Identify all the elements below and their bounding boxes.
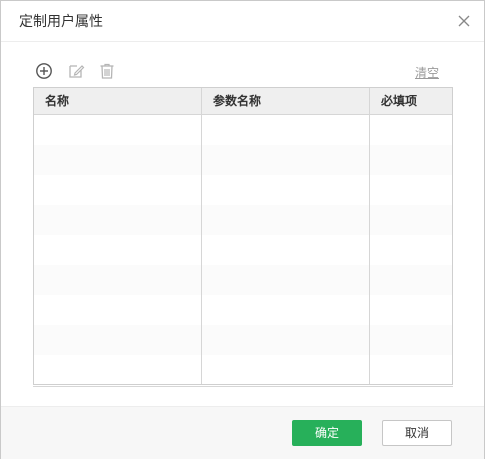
dialog-titlebar: 定制用户属性 — [1, 1, 484, 42]
clear-link[interactable]: 清空 — [415, 65, 439, 81]
attributes-table: 名称 参数名称 必填项 — [33, 87, 453, 385]
table-row — [34, 145, 452, 175]
column-divider — [201, 88, 202, 384]
column-header-name[interactable]: 名称 — [45, 94, 69, 108]
table-row — [34, 355, 452, 384]
table-row — [34, 175, 452, 205]
dialog-footer: 确定 取消 — [1, 406, 484, 459]
column-header-required[interactable]: 必填项 — [381, 94, 417, 108]
table-row — [34, 205, 452, 235]
column-divider — [369, 88, 370, 384]
table-row — [34, 235, 452, 265]
table-row — [34, 115, 452, 145]
table-row — [34, 265, 452, 295]
cancel-button[interactable]: 取消 — [382, 420, 452, 446]
column-header-param-name[interactable]: 参数名称 — [213, 94, 261, 108]
add-icon[interactable] — [35, 62, 53, 80]
edit-icon[interactable] — [67, 62, 85, 80]
table-body — [34, 115, 452, 384]
trash-icon[interactable] — [98, 62, 116, 80]
dialog-title: 定制用户属性 — [19, 14, 103, 30]
table-header: 名称 参数名称 必填项 — [34, 88, 452, 115]
table-row — [34, 325, 452, 355]
close-icon[interactable] — [456, 13, 472, 29]
confirm-button[interactable]: 确定 — [292, 420, 362, 446]
table-row — [34, 295, 452, 325]
table-scrollbar-track[interactable] — [33, 384, 453, 387]
dialog: 定制用户属性 清空 名称 参数名称 必填项 确定 取消 — [0, 0, 485, 459]
